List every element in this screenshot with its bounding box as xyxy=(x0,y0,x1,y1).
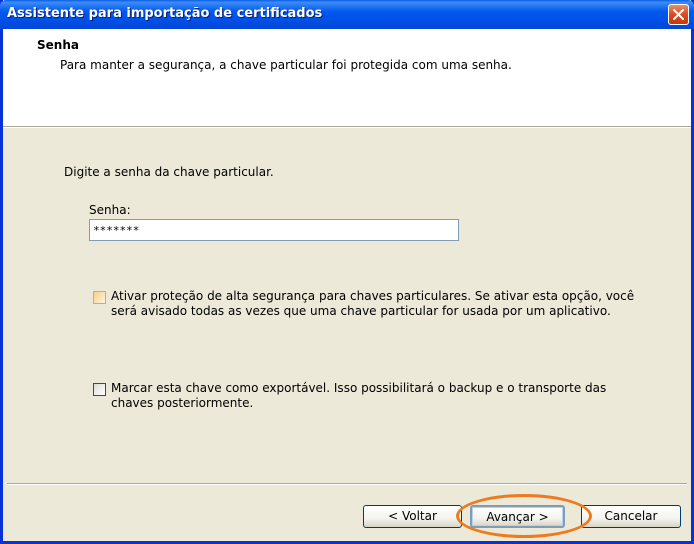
wizard-window: Assistente para importação de certificad… xyxy=(0,0,694,544)
exportable-label[interactable]: Marcar esta chave como exportável. Isso … xyxy=(111,381,641,411)
header-band xyxy=(3,29,691,127)
title-bar: Assistente para importação de certificad… xyxy=(0,0,694,29)
next-button[interactable]: Avançar > xyxy=(470,505,565,528)
page-description: Para manter a segurança, a chave particu… xyxy=(60,58,512,72)
exportable-checkbox[interactable] xyxy=(93,383,106,396)
window-title: Assistente para importação de certificad… xyxy=(7,6,323,21)
high-security-label[interactable]: Ativar proteção de alta segurança para c… xyxy=(111,289,641,319)
password-input[interactable] xyxy=(89,219,459,241)
page-title: Senha xyxy=(37,38,79,52)
cancel-button[interactable]: Cancelar xyxy=(581,505,681,528)
close-icon xyxy=(673,9,684,20)
high-security-checkbox[interactable] xyxy=(93,291,106,304)
password-label: Senha: xyxy=(89,203,131,217)
close-button[interactable] xyxy=(668,4,689,25)
header-divider xyxy=(3,127,691,128)
back-button[interactable]: < Voltar xyxy=(363,505,462,528)
footer-divider xyxy=(7,483,687,484)
password-prompt: Digite a senha da chave particular. xyxy=(64,165,274,179)
